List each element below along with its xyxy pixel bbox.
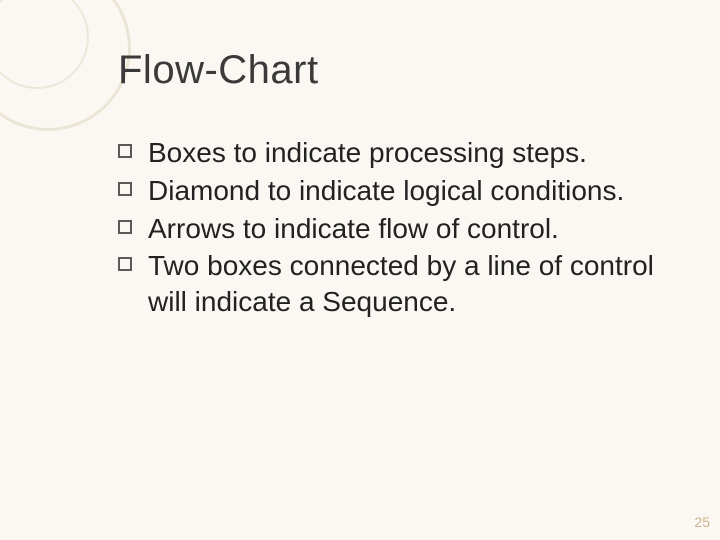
bullet-text: Two boxes connected by a line of control… xyxy=(148,248,668,320)
checkbox-bullet-icon xyxy=(118,257,132,271)
checkbox-bullet-icon xyxy=(118,144,132,158)
bullet-text: Arrows to indicate flow of control. xyxy=(148,211,668,247)
bullet-text: Diamond to indicate logical conditions. xyxy=(148,173,668,209)
slide-title: Flow-Chart xyxy=(118,48,319,93)
bullet-text: Boxes to indicate processing steps. xyxy=(148,135,668,171)
page-number: 25 xyxy=(694,514,710,530)
checkbox-bullet-icon xyxy=(118,182,132,196)
list-item: Boxes to indicate processing steps. xyxy=(118,135,668,171)
checkbox-bullet-icon xyxy=(118,220,132,234)
list-item: Two boxes connected by a line of control… xyxy=(118,248,668,320)
list-item: Arrows to indicate flow of control. xyxy=(118,211,668,247)
list-item: Diamond to indicate logical conditions. xyxy=(118,173,668,209)
bullet-list: Boxes to indicate processing steps. Diam… xyxy=(118,135,668,322)
